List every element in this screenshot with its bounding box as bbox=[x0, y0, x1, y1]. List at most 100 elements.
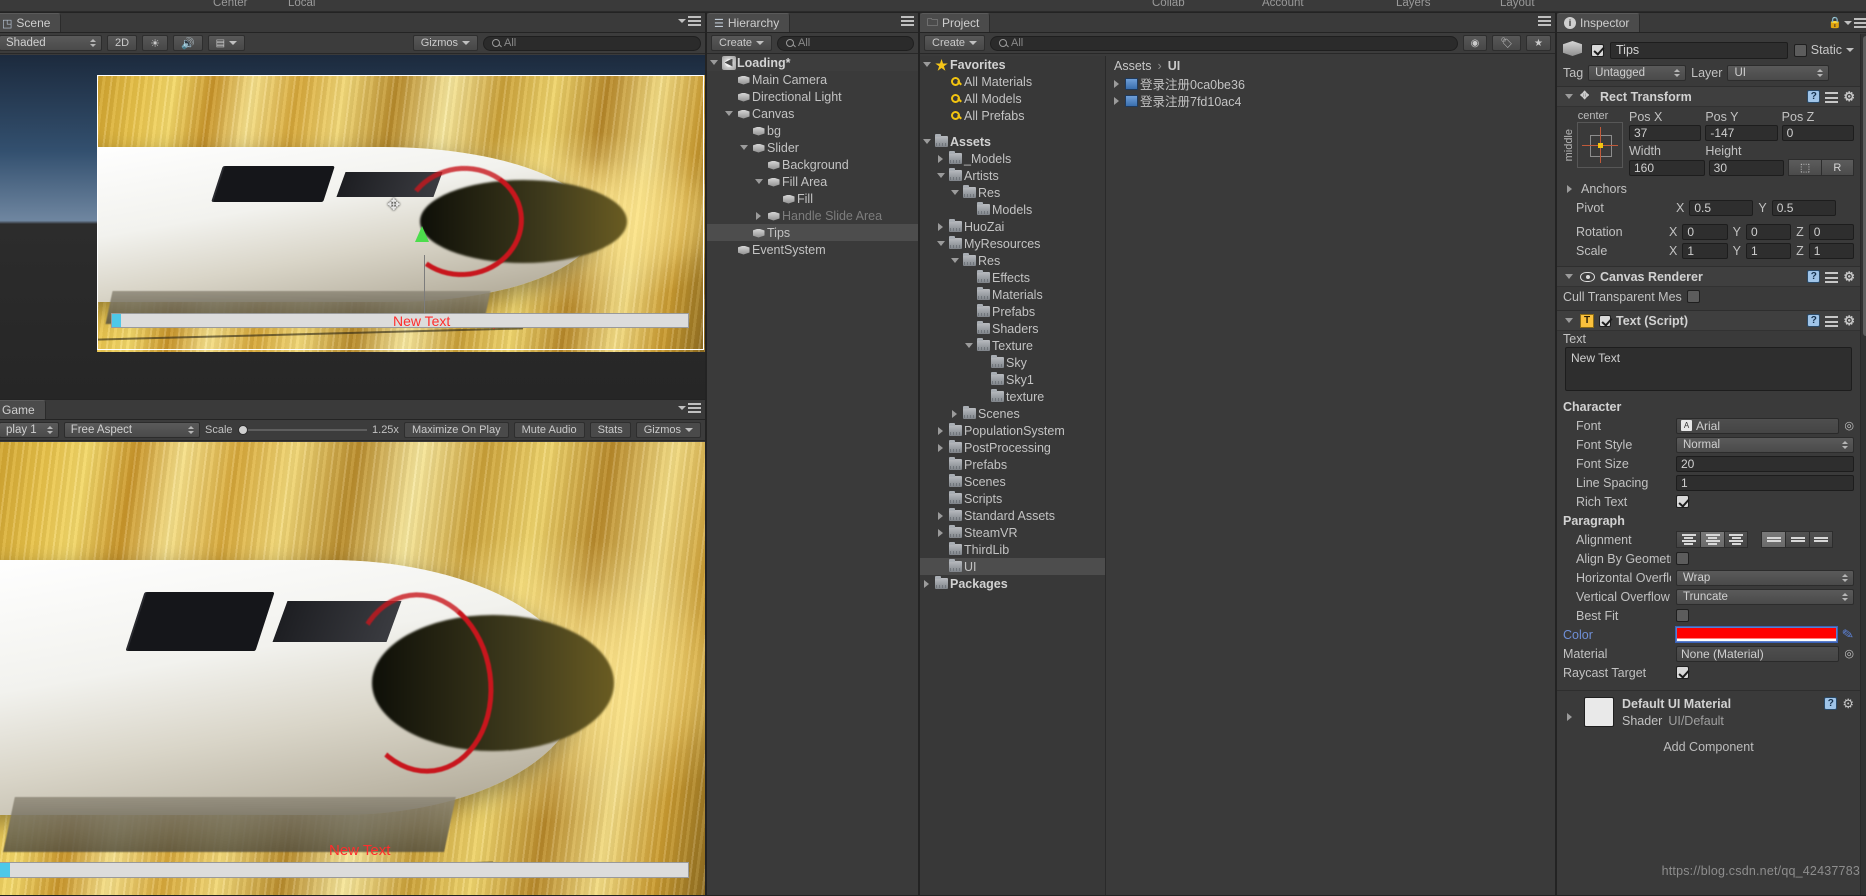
project-tree-item-texture[interactable]: Texture bbox=[920, 337, 1105, 354]
object-enabled-checkbox[interactable] bbox=[1591, 43, 1604, 57]
scale-slider[interactable] bbox=[237, 424, 368, 436]
project-create-button[interactable]: Create bbox=[924, 35, 986, 51]
project-tree-item-models[interactable]: Models bbox=[920, 201, 1105, 218]
preset-icon[interactable] bbox=[1825, 270, 1839, 283]
text-value-textarea[interactable]: New Text bbox=[1565, 347, 1852, 391]
asset-row[interactable]: 登录注册0ca0be36 bbox=[1106, 75, 1555, 92]
asset-row[interactable]: 登录注册7fd10ac4 bbox=[1106, 92, 1555, 109]
project-tree-item-populationsystem[interactable]: PopulationSystem bbox=[920, 422, 1105, 439]
rotation-z-input[interactable]: 0 bbox=[1808, 223, 1855, 240]
filter-by-type-button[interactable]: ◉ bbox=[1462, 35, 1488, 51]
hierarchy-item-tips[interactable]: Tips bbox=[707, 224, 918, 241]
chevron-down-icon[interactable] bbox=[1562, 318, 1575, 323]
help-icon[interactable]: ? bbox=[1807, 314, 1821, 327]
pivot-mode-button[interactable]: Center bbox=[213, 0, 248, 9]
pivot-y-input[interactable]: 0.5 bbox=[1771, 199, 1836, 216]
chevron-right-icon[interactable] bbox=[934, 443, 947, 452]
shading-mode-dropdown[interactable]: Shaded bbox=[0, 35, 102, 51]
chevron-right-icon[interactable] bbox=[934, 154, 947, 163]
align-top-button[interactable] bbox=[1761, 531, 1785, 548]
project-tree-item-effects[interactable]: Effects bbox=[920, 269, 1105, 286]
text-enabled-checkbox[interactable] bbox=[1599, 314, 1611, 327]
chevron-right-icon[interactable] bbox=[1563, 713, 1576, 721]
tab-game[interactable]: Game bbox=[0, 400, 46, 419]
game-panel-menu[interactable] bbox=[678, 403, 701, 413]
scale-x-input[interactable]: 1 bbox=[1682, 242, 1728, 259]
eyedropper-icon[interactable]: ✎ bbox=[1841, 625, 1856, 644]
breadcrumb-assets[interactable]: Assets bbox=[1114, 59, 1152, 73]
project-tree-item-thirdlib[interactable]: ThirdLib bbox=[920, 541, 1105, 558]
audio-icon[interactable]: 🔊 bbox=[172, 35, 203, 51]
chevron-down-icon[interactable] bbox=[962, 343, 975, 348]
gear-icon[interactable]: ⚙ bbox=[1843, 270, 1855, 283]
horizontal-overflow-dropdown[interactable]: Wrap bbox=[1676, 569, 1854, 586]
align-center-button[interactable] bbox=[1700, 531, 1724, 548]
project-tree-item-materials[interactable]: Materials bbox=[920, 286, 1105, 303]
chevron-right-icon[interactable] bbox=[1563, 184, 1576, 193]
filter-by-label-button[interactable]: 🏷 bbox=[1492, 35, 1522, 51]
static-toggle[interactable]: Static bbox=[1793, 43, 1854, 57]
chevron-down-icon[interactable] bbox=[1562, 274, 1575, 279]
best-fit-checkbox[interactable] bbox=[1676, 609, 1689, 622]
chevron-down-icon[interactable] bbox=[1846, 48, 1854, 52]
inspector-scrollbar[interactable] bbox=[1860, 34, 1866, 895]
hierarchy-item-main-camera[interactable]: Main Camera bbox=[707, 71, 918, 88]
hierarchy-create-button[interactable]: Create bbox=[711, 35, 773, 51]
project-tree-item-sky1[interactable]: Sky1 bbox=[920, 371, 1105, 388]
tag-dropdown[interactable]: Untagged bbox=[1588, 65, 1687, 81]
text-script-header[interactable]: T Text (Script) ? ⚙ bbox=[1557, 310, 1860, 331]
project-tree-item-postprocessing[interactable]: PostProcessing bbox=[920, 439, 1105, 456]
chevron-right-icon[interactable] bbox=[934, 222, 947, 231]
project-tree-item-scripts[interactable]: Scripts bbox=[920, 490, 1105, 507]
color-swatch-field[interactable] bbox=[1674, 626, 1839, 643]
display-dropdown[interactable]: play 1 bbox=[0, 422, 59, 438]
font-size-input[interactable]: 20 bbox=[1676, 455, 1854, 472]
project-tree-item-texture[interactable]: texture bbox=[920, 388, 1105, 405]
help-icon[interactable]: ? bbox=[1807, 90, 1821, 103]
project-tree-item-res[interactable]: Res bbox=[920, 252, 1105, 269]
pivot-x-input[interactable]: 0.5 bbox=[1689, 199, 1754, 216]
favorite-button[interactable]: ★ bbox=[1526, 35, 1551, 51]
rotation-x-input[interactable]: 0 bbox=[1682, 223, 1728, 240]
hierarchy-item-background[interactable]: Background bbox=[707, 156, 918, 173]
project-tree-item-scenes[interactable]: Scenes bbox=[920, 473, 1105, 490]
gizmos-dropdown[interactable]: Gizmos bbox=[412, 35, 478, 51]
pivot-rotation-button[interactable]: Local bbox=[288, 0, 316, 9]
chevron-down-icon[interactable] bbox=[948, 258, 961, 263]
game-viewport[interactable]: New Text bbox=[0, 442, 705, 895]
chevron-down-icon[interactable] bbox=[722, 111, 735, 116]
project-tree-item-shaders[interactable]: Shaders bbox=[920, 320, 1105, 337]
chevron-down-icon[interactable] bbox=[920, 62, 933, 67]
project-tree-item-huozai[interactable]: HuoZai bbox=[920, 218, 1105, 235]
chevron-right-icon[interactable] bbox=[920, 579, 933, 588]
hierarchy-item-slider[interactable]: Slider bbox=[707, 139, 918, 156]
blueprint-mode-button[interactable]: ⬚ bbox=[1788, 159, 1821, 176]
project-tree-item-sky[interactable]: Sky bbox=[920, 354, 1105, 371]
align-by-geometry-checkbox[interactable] bbox=[1676, 552, 1689, 565]
hierarchy-item-eventsystem[interactable]: EventSystem bbox=[707, 241, 918, 258]
hierarchy-item-handle-slide-area[interactable]: Handle Slide Area bbox=[707, 207, 918, 224]
pos-z-input[interactable]: 0 bbox=[1781, 125, 1854, 141]
chevron-down-icon[interactable] bbox=[737, 145, 750, 150]
raw-edit-button[interactable]: R bbox=[1820, 159, 1855, 176]
gear-icon[interactable]: ⚙ bbox=[1843, 314, 1855, 327]
chevron-down-icon[interactable] bbox=[1562, 94, 1575, 99]
lighting-icon[interactable]: ☀ bbox=[142, 35, 168, 51]
help-icon[interactable]: ? bbox=[1807, 270, 1821, 283]
lock-icon[interactable]: 🔒 bbox=[1828, 16, 1842, 29]
maximize-on-play-button[interactable]: Maximize On Play bbox=[403, 422, 509, 438]
project-tree-item-all-materials[interactable]: All Materials bbox=[920, 73, 1105, 90]
chevron-right-icon[interactable] bbox=[948, 409, 961, 418]
chevron-down-icon[interactable] bbox=[920, 139, 933, 144]
material-object-picker-icon[interactable]: ◎ bbox=[1844, 647, 1854, 660]
layout-dropdown[interactable]: Layout bbox=[1500, 0, 1535, 9]
hierarchy-item-canvas[interactable]: Canvas bbox=[707, 105, 918, 122]
font-object-field[interactable]: A Arial bbox=[1676, 417, 1840, 434]
hierarchy-search-input[interactable]: All bbox=[777, 35, 914, 51]
add-component-button[interactable]: Add Component bbox=[1557, 740, 1860, 754]
object-name-input[interactable]: Tips bbox=[1610, 41, 1788, 59]
mute-audio-button[interactable]: Mute Audio bbox=[513, 422, 585, 438]
gear-icon[interactable]: ⚙ bbox=[1843, 90, 1855, 103]
account-button[interactable]: Account bbox=[1262, 0, 1304, 9]
toggle-2d-button[interactable]: 2D bbox=[107, 35, 138, 51]
